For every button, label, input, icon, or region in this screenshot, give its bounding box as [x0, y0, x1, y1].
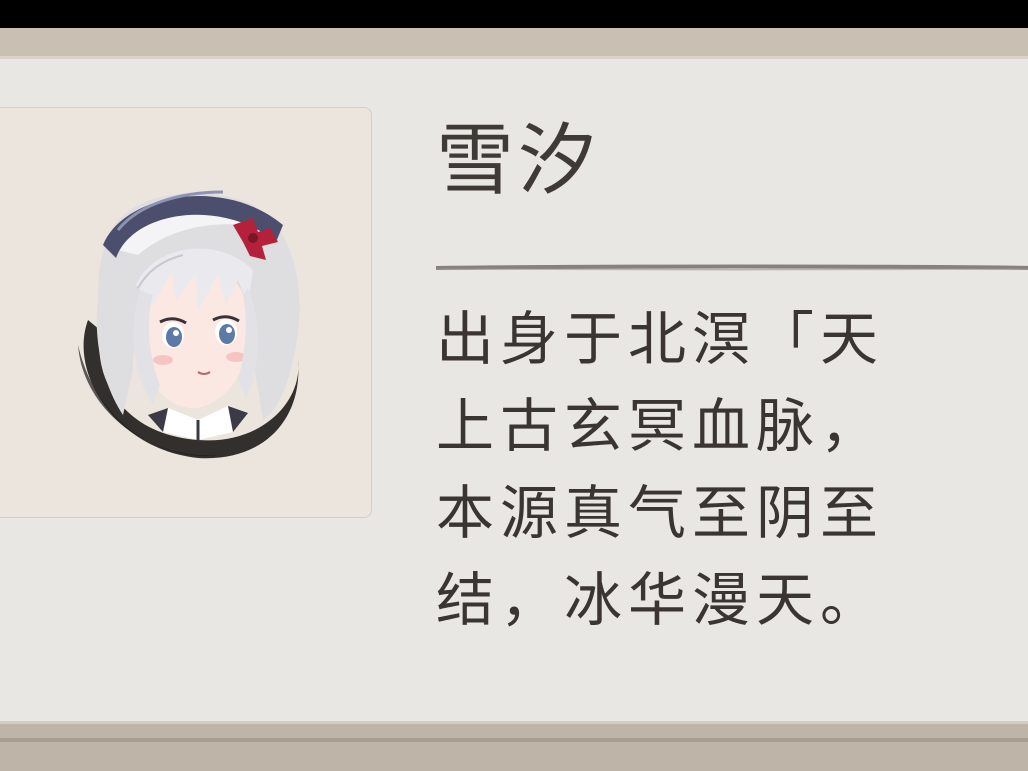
character-description: 出身于北溟「天 上古玄冥血脉， 本源真气至阴至 结，冰华漫天。 — [436, 296, 1028, 644]
name-divider — [436, 264, 1028, 271]
description-line-4: 结，冰华漫天。 — [436, 566, 885, 634]
description-line-1: 出身于北溟「天 — [436, 305, 885, 373]
description-line-2: 上古玄冥血脉， — [436, 392, 885, 460]
top-black-bar — [0, 0, 1028, 28]
character-name: 雪汐 — [436, 116, 601, 206]
description-line-3: 本源真气至阴至 — [436, 479, 885, 547]
bottom-frame — [0, 724, 1028, 771]
character-portrait — [78, 190, 300, 459]
bottom-frame-edge — [0, 738, 1028, 742]
